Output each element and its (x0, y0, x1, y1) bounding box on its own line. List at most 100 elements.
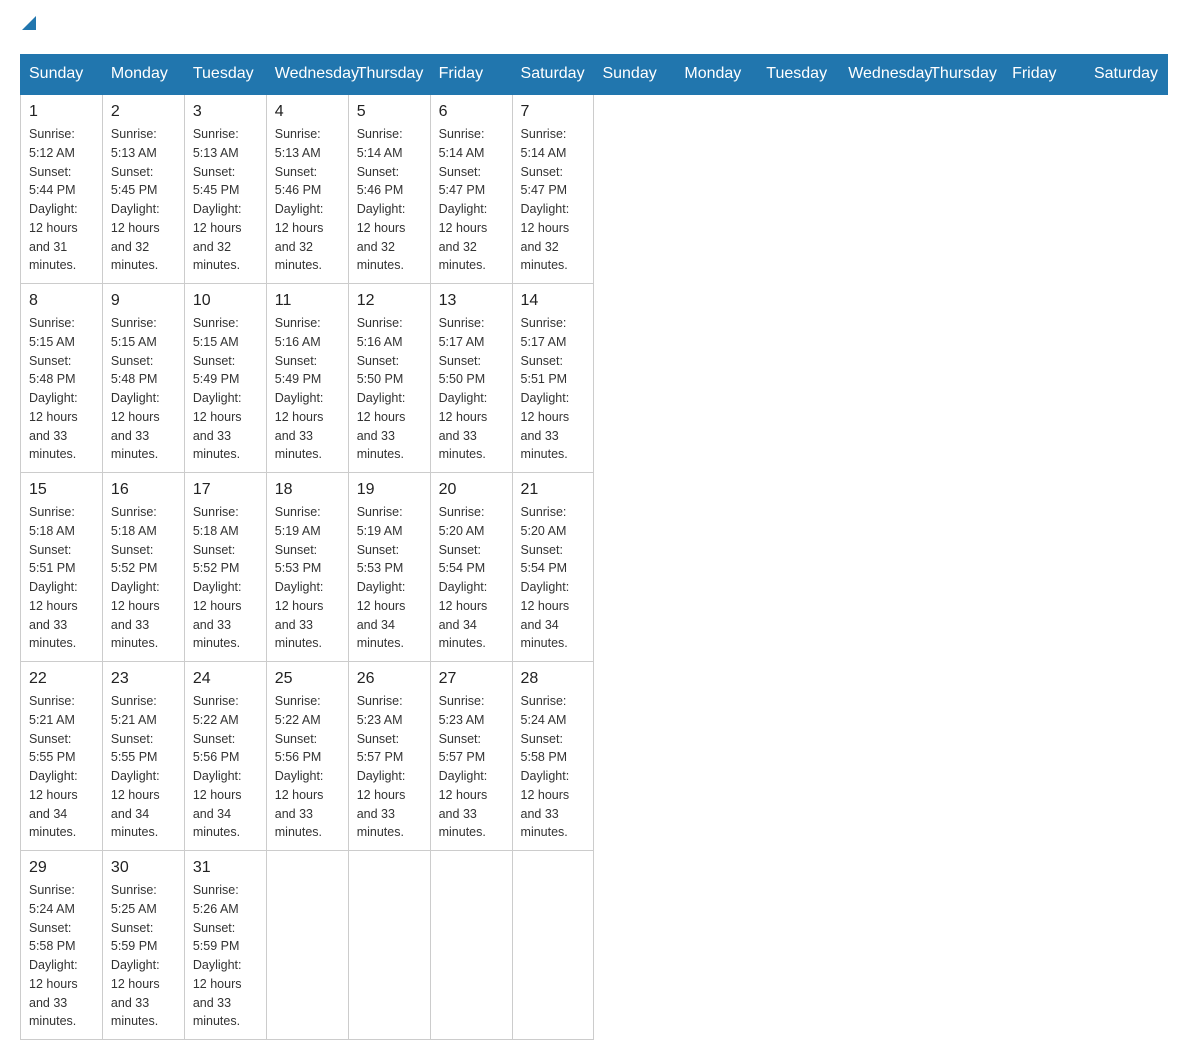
day-info: Sunrise: 5:17 AMSunset: 5:51 PMDaylight:… (521, 314, 586, 464)
header-saturday: Saturday (512, 55, 594, 95)
day-number: 13 (439, 292, 504, 310)
day-number: 31 (193, 859, 258, 877)
day-info: Sunrise: 5:13 AMSunset: 5:46 PMDaylight:… (275, 125, 340, 275)
day-number: 5 (357, 103, 422, 121)
day-number: 19 (357, 481, 422, 499)
day-info: Sunrise: 5:19 AMSunset: 5:53 PMDaylight:… (357, 503, 422, 653)
day-info: Sunrise: 5:21 AMSunset: 5:55 PMDaylight:… (111, 692, 176, 842)
column-header-saturday: Saturday (1085, 55, 1167, 95)
day-number: 24 (193, 670, 258, 688)
day-cell: 25 Sunrise: 5:22 AMSunset: 5:56 PMDayligh… (266, 662, 348, 851)
calendar-table: SundayMondayTuesdayWednesdayThursdayFrid… (20, 54, 1168, 1040)
day-cell (430, 851, 512, 1040)
day-info: Sunrise: 5:18 AMSunset: 5:51 PMDaylight:… (29, 503, 94, 653)
day-info: Sunrise: 5:20 AMSunset: 5:54 PMDaylight:… (439, 503, 504, 653)
day-number: 17 (193, 481, 258, 499)
day-cell: 2 Sunrise: 5:13 AMSunset: 5:45 PMDaylight… (102, 94, 184, 284)
day-cell: 5 Sunrise: 5:14 AMSunset: 5:46 PMDaylight… (348, 94, 430, 284)
day-cell: 13 Sunrise: 5:17 AMSunset: 5:50 PMDayligh… (430, 284, 512, 473)
column-header-wednesday: Wednesday (840, 55, 922, 95)
day-info: Sunrise: 5:18 AMSunset: 5:52 PMDaylight:… (193, 503, 258, 653)
day-info: Sunrise: 5:17 AMSunset: 5:50 PMDaylight:… (439, 314, 504, 464)
day-number: 21 (521, 481, 586, 499)
day-cell: 31 Sunrise: 5:26 AMSunset: 5:59 PMDayligh… (184, 851, 266, 1040)
day-info: Sunrise: 5:15 AMSunset: 5:48 PMDaylight:… (111, 314, 176, 464)
day-number: 2 (111, 103, 176, 121)
day-cell: 20Sunrise: 5:20 AMSunset: 5:54 PMDayligh… (430, 473, 512, 662)
day-cell: 15 Sunrise: 5:18 AMSunset: 5:51 PMDayligh… (21, 473, 103, 662)
day-cell (512, 851, 594, 1040)
day-number: 1 (29, 103, 94, 121)
day-info: Sunrise: 5:22 AMSunset: 5:56 PMDaylight:… (193, 692, 258, 842)
day-number: 25 (275, 670, 340, 688)
day-number: 26 (357, 670, 422, 688)
day-info: Sunrise: 5:18 AMSunset: 5:52 PMDaylight:… (111, 503, 176, 653)
column-header-monday: Monday (676, 55, 758, 95)
header-tuesday: Tuesday (184, 55, 266, 95)
calendar-header-row: SundayMondayTuesdayWednesdayThursdayFrid… (21, 55, 1168, 95)
day-cell: 29Sunrise: 5:24 AMSunset: 5:58 PMDayligh… (21, 851, 103, 1040)
day-cell: 9 Sunrise: 5:15 AMSunset: 5:48 PMDaylight… (102, 284, 184, 473)
day-number: 9 (111, 292, 176, 310)
day-info: Sunrise: 5:15 AMSunset: 5:49 PMDaylight:… (193, 314, 258, 464)
day-info: Sunrise: 5:19 AMSunset: 5:53 PMDaylight:… (275, 503, 340, 653)
day-cell: 11 Sunrise: 5:16 AMSunset: 5:49 PMDayligh… (266, 284, 348, 473)
day-cell: 14 Sunrise: 5:17 AMSunset: 5:51 PMDayligh… (512, 284, 594, 473)
logo-triangle-icon (22, 16, 36, 30)
logo (20, 20, 36, 34)
day-cell: 18 Sunrise: 5:19 AMSunset: 5:53 PMDayligh… (266, 473, 348, 662)
column-header-friday: Friday (1004, 55, 1086, 95)
day-number: 16 (111, 481, 176, 499)
day-cell: 6 Sunrise: 5:14 AMSunset: 5:47 PMDaylight… (430, 94, 512, 284)
day-info: Sunrise: 5:14 AMSunset: 5:47 PMDaylight:… (521, 125, 586, 275)
day-cell: 4 Sunrise: 5:13 AMSunset: 5:46 PMDaylight… (266, 94, 348, 284)
day-number: 29 (29, 859, 94, 877)
day-info: Sunrise: 5:22 AMSunset: 5:56 PMDaylight:… (275, 692, 340, 842)
day-cell: 8Sunrise: 5:15 AMSunset: 5:48 PMDaylight… (21, 284, 103, 473)
day-cell: 24 Sunrise: 5:22 AMSunset: 5:56 PMDayligh… (184, 662, 266, 851)
day-number: 3 (193, 103, 258, 121)
day-cell: 22Sunrise: 5:21 AMSunset: 5:55 PMDayligh… (21, 662, 103, 851)
day-info: Sunrise: 5:14 AMSunset: 5:46 PMDaylight:… (357, 125, 422, 275)
page-header (20, 20, 1168, 34)
day-cell: 19 Sunrise: 5:19 AMSunset: 5:53 PMDayligh… (348, 473, 430, 662)
day-number: 30 (111, 859, 176, 877)
day-info: Sunrise: 5:23 AMSunset: 5:57 PMDaylight:… (357, 692, 422, 842)
day-info: Sunrise: 5:23 AMSunset: 5:57 PMDaylight:… (439, 692, 504, 842)
day-info: Sunrise: 5:16 AMSunset: 5:49 PMDaylight:… (275, 314, 340, 464)
day-number: 6 (439, 103, 504, 121)
day-cell: 7Sunrise: 5:14 AMSunset: 5:47 PMDaylight… (512, 94, 594, 284)
week-row-2: 8Sunrise: 5:15 AMSunset: 5:48 PMDaylight… (21, 284, 1168, 473)
day-cell: 12Sunrise: 5:16 AMSunset: 5:50 PMDayligh… (348, 284, 430, 473)
day-cell: 30 Sunrise: 5:25 AMSunset: 5:59 PMDayligh… (102, 851, 184, 1040)
day-number: 22 (29, 670, 94, 688)
day-cell: 28Sunrise: 5:24 AMSunset: 5:58 PMDayligh… (512, 662, 594, 851)
day-info: Sunrise: 5:13 AMSunset: 5:45 PMDaylight:… (111, 125, 176, 275)
day-info: Sunrise: 5:14 AMSunset: 5:47 PMDaylight:… (439, 125, 504, 275)
column-header-sunday: Sunday (594, 55, 676, 95)
header-monday: Monday (102, 55, 184, 95)
day-info: Sunrise: 5:12 AMSunset: 5:44 PMDaylight:… (29, 125, 94, 275)
day-cell: 27 Sunrise: 5:23 AMSunset: 5:57 PMDayligh… (430, 662, 512, 851)
day-info: Sunrise: 5:26 AMSunset: 5:59 PMDaylight:… (193, 881, 258, 1031)
week-row-4: 22 Sunrise: 5:21 AMSunset: 5:55 PMDayligh… (21, 662, 1168, 851)
day-cell: 10 Sunrise: 5:15 AMSunset: 5:49 PMDayligh… (184, 284, 266, 473)
day-info: Sunrise: 5:16 AMSunset: 5:50 PMDaylight:… (357, 314, 422, 464)
day-number: 4 (275, 103, 340, 121)
day-number: 15 (29, 481, 94, 499)
week-row-3: 15 Sunrise: 5:18 AMSunset: 5:51 PMDayligh… (21, 473, 1168, 662)
week-row-5: 29Sunrise: 5:24 AMSunset: 5:58 PMDayligh… (21, 851, 1168, 1040)
column-header-thursday: Thursday (922, 55, 1004, 95)
day-info: Sunrise: 5:25 AMSunset: 5:59 PMDaylight:… (111, 881, 176, 1031)
day-number: 14 (521, 292, 586, 310)
day-number: 11 (275, 292, 340, 310)
day-info: Sunrise: 5:13 AMSunset: 5:45 PMDaylight:… (193, 125, 258, 275)
day-cell (348, 851, 430, 1040)
header-sunday: Sunday (21, 55, 103, 95)
day-cell: 1 Sunrise: 5:12 AMSunset: 5:44 PMDaylight… (21, 94, 103, 284)
day-number: 27 (439, 670, 504, 688)
day-number: 18 (275, 481, 340, 499)
day-number: 10 (193, 292, 258, 310)
day-number: 23 (111, 670, 176, 688)
day-cell: 16 Sunrise: 5:18 AMSunset: 5:52 PMDayligh… (102, 473, 184, 662)
